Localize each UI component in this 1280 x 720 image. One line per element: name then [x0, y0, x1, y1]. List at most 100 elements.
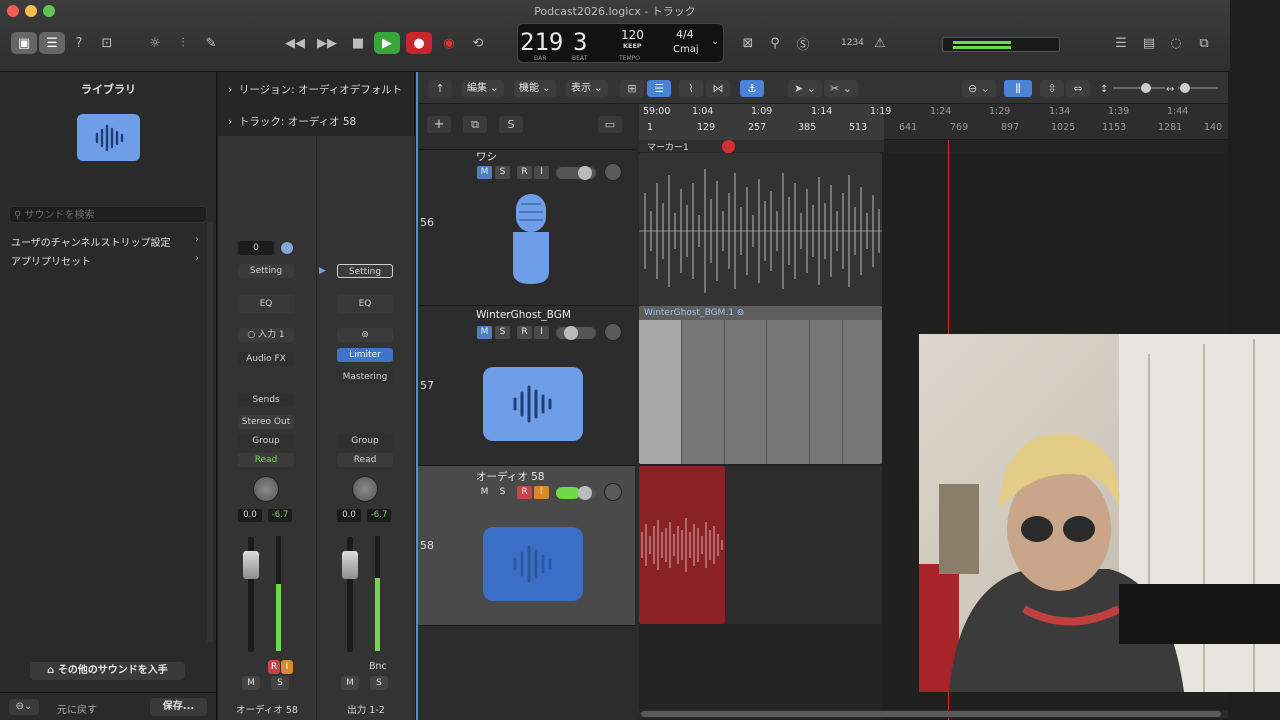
list-view-icon[interactable]: ☰: [647, 80, 671, 97]
horizontal-zoom-slider[interactable]: [1178, 83, 1218, 93]
gain-knob[interactable]: [281, 242, 293, 254]
solo-button[interactable]: S: [370, 676, 388, 690]
track-solo-button[interactable]: S: [495, 326, 510, 339]
track-name[interactable]: オーディオ 58: [476, 469, 544, 484]
input-button[interactable]: ○ 入力 1: [238, 328, 294, 342]
tuner-icon[interactable]: ⚲: [762, 32, 788, 54]
smart-controls-icon[interactable]: ☼: [142, 32, 168, 54]
lcd-display[interactable]: 219 3 BAR BEAT 120 KEEP TEMPO 4/4 Cmaj ⌄: [517, 23, 724, 63]
revert-button[interactable]: 元に戻す: [57, 701, 97, 716]
toolbar-toggle-icon[interactable]: ⊡: [94, 32, 120, 54]
horizontal-scrollbar[interactable]: [639, 710, 1228, 718]
view-menu[interactable]: 表示 ⌄: [566, 80, 608, 97]
record-enable-button[interactable]: R: [268, 660, 280, 674]
track-pan-knob[interactable]: [604, 323, 622, 341]
track-input-button[interactable]: I: [534, 326, 549, 339]
audio-region[interactable]: [639, 153, 882, 306]
audio-fx-slot[interactable]: Audio FX: [238, 352, 294, 366]
volume-fader[interactable]: [243, 551, 259, 579]
fast-forward-icon[interactable]: ▶▶: [314, 32, 340, 54]
region-inspector-header[interactable]: › リージョン: オーディオデフォルト: [228, 82, 402, 97]
notepad-icon[interactable]: ▤: [1136, 32, 1162, 54]
track-volume-slider[interactable]: [556, 486, 596, 500]
waveform-zoom-icon[interactable]: ⫼: [1004, 80, 1032, 97]
track-mute-button[interactable]: M: [477, 326, 492, 339]
mastering-slot[interactable]: Mastering: [337, 370, 393, 384]
solo-mode-icon[interactable]: Ⓢ: [790, 32, 816, 54]
folder-icon[interactable]: ▭: [598, 116, 622, 133]
quick-help-icon[interactable]: ?: [66, 32, 92, 54]
track-inspector-header[interactable]: › トラック: オーディオ 58: [228, 114, 356, 129]
track-record-button[interactable]: R: [517, 486, 532, 499]
library-item-app-presets[interactable]: アプリプリセット ›: [11, 253, 201, 268]
mixer-icon[interactable]: ⫶: [170, 32, 196, 54]
limiter-plugin-slot[interactable]: Limiter: [337, 348, 393, 362]
audio-region[interactable]: WinterGhost_BGM.1 ⊚: [639, 306, 882, 464]
track-mute-button[interactable]: M: [477, 486, 492, 499]
track-volume-slider[interactable]: [556, 326, 596, 340]
eq-button[interactable]: EQ: [337, 295, 393, 313]
action-menu-icon[interactable]: ⊖⌄: [9, 699, 39, 715]
list-editors-icon[interactable]: ☰: [1108, 32, 1134, 54]
track-header[interactable]: 56 ワシ M S R I: [418, 150, 635, 306]
record-button[interactable]: ●: [406, 32, 432, 54]
global-tracks-button[interactable]: S: [499, 116, 523, 133]
pointer-tool-icon[interactable]: ➤ ⌄: [788, 80, 822, 97]
stop-icon[interactable]: ■: [345, 32, 371, 54]
track-pan-knob[interactable]: [604, 483, 622, 501]
get-more-sounds-button[interactable]: ⌂ その他のサウンドを入手: [30, 662, 185, 680]
track-mute-button[interactable]: M: [477, 166, 492, 179]
pan-knob[interactable]: [352, 476, 378, 502]
timeline-ruler[interactable]: 59:00 1:04 1:09 1:14 1:19 1:24 1:29 1:34…: [639, 104, 1228, 140]
track-header[interactable]: 57 WinterGhost_BGM M S R I: [418, 306, 635, 466]
solo-button[interactable]: S: [271, 676, 289, 690]
group-button[interactable]: Group: [238, 434, 294, 448]
audio-region-recording[interactable]: [639, 466, 725, 624]
stereo-link-icon[interactable]: ⊚: [337, 328, 393, 342]
snap-menu-icon[interactable]: ⊖ ⌄: [962, 80, 996, 97]
functions-menu[interactable]: 機能 ⌄: [514, 80, 556, 97]
automation-icon[interactable]: ⌇: [679, 80, 703, 97]
browser-icon[interactable]: ⧉: [1191, 32, 1217, 54]
empty-lane[interactable]: [725, 466, 882, 624]
track-record-button[interactable]: R: [517, 326, 532, 339]
track-input-button[interactable]: I: [534, 166, 549, 179]
up-arrow-icon[interactable]: ↑: [428, 80, 452, 97]
rewind-icon[interactable]: ◀◀: [282, 32, 308, 54]
automation-mode-button[interactable]: Read: [238, 453, 294, 467]
track-header-selected[interactable]: 58 オーディオ 58 M S R I: [418, 466, 635, 626]
track-pan-knob[interactable]: [604, 163, 622, 181]
duplicate-track-icon[interactable]: ⧉: [463, 116, 487, 133]
edit-menu[interactable]: 編集 ⌄: [462, 80, 504, 97]
library-search-input[interactable]: ⚲ サウンドを検索: [9, 206, 207, 223]
scissors-tool-icon[interactable]: ✂ ⌄: [824, 80, 858, 97]
count-in-toggle[interactable]: 1234: [841, 38, 864, 48]
cycle-icon[interactable]: ⟲: [465, 32, 491, 54]
mute-button[interactable]: M: [341, 676, 359, 690]
automation-mode-button[interactable]: Read: [337, 453, 393, 467]
group-button[interactable]: Group: [337, 434, 393, 448]
sends-slot[interactable]: Sends: [238, 393, 294, 407]
lcd-dropdown-icon[interactable]: ⌄: [711, 36, 719, 47]
replace-icon[interactable]: ⊠: [735, 32, 761, 54]
library-toggle-icon[interactable]: ▣: [11, 32, 37, 54]
library-item-user-strips[interactable]: ユーザのチャンネルストリップ設定 ›: [11, 234, 201, 249]
inspector-toggle-icon[interactable]: ☰: [39, 32, 65, 54]
mute-button[interactable]: M: [242, 676, 260, 690]
setting-button[interactable]: Setting: [238, 264, 294, 278]
eq-button[interactable]: EQ: [238, 295, 294, 313]
library-waveform-icon[interactable]: [77, 114, 140, 161]
output-button[interactable]: Stereo Out: [238, 415, 294, 429]
bounce-button[interactable]: Bnc: [369, 661, 387, 672]
input-monitor-button[interactable]: I: [281, 660, 293, 674]
volume-fader[interactable]: [342, 551, 358, 579]
vertical-zoom-slider[interactable]: [1113, 83, 1165, 93]
marker-label[interactable]: マーカー1: [647, 140, 689, 153]
track-volume-slider[interactable]: [556, 166, 596, 180]
play-button[interactable]: ▶: [374, 32, 400, 54]
track-solo-button[interactable]: S: [495, 166, 510, 179]
loop-browser-icon[interactable]: ◌: [1163, 32, 1189, 54]
add-track-button[interactable]: +: [427, 116, 451, 133]
gain-value[interactable]: 0: [238, 241, 274, 255]
setting-button[interactable]: Setting: [337, 264, 393, 278]
